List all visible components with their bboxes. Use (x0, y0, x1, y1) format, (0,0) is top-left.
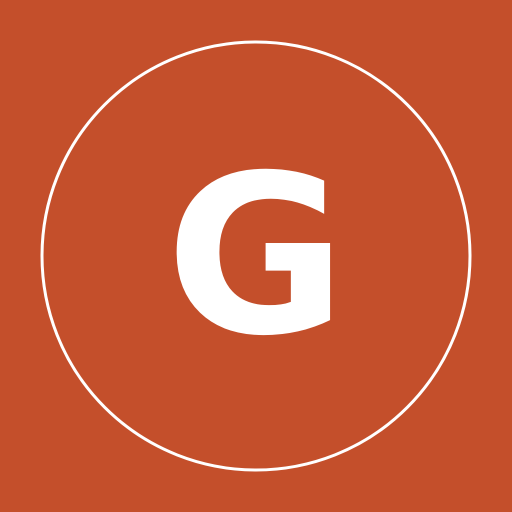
logo-icon: G (0, 0, 512, 512)
logo-letter: G (166, 128, 347, 384)
app-icon: G (0, 0, 512, 512)
